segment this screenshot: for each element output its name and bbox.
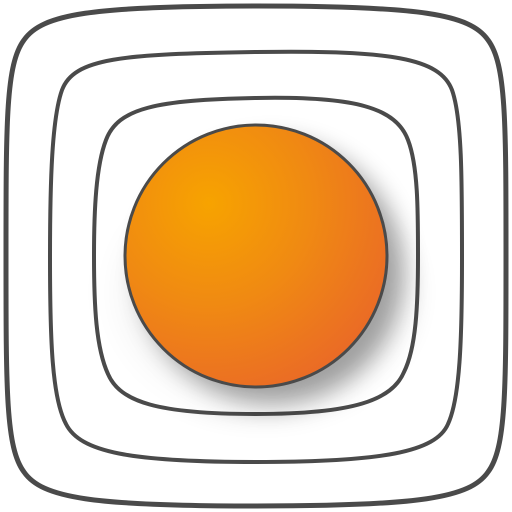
app-icon[interactable] xyxy=(0,0,512,512)
app-icon-canvas xyxy=(0,0,512,512)
orange-orb[interactable] xyxy=(123,123,389,389)
